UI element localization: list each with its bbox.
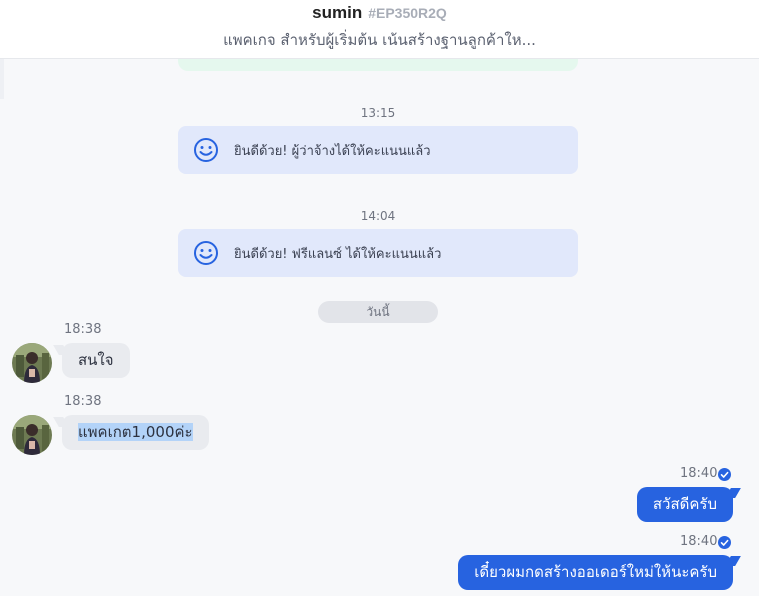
- incoming-message[interactable]: แพคเกต1,000ค่ะ: [62, 415, 209, 450]
- system-card-previous: [178, 59, 578, 71]
- system-message-text: ยินดีด้วย! ฟรีแลนซ์ ได้ให้คะแนนแล้ว: [234, 247, 442, 262]
- read-check-icon: [718, 468, 731, 481]
- avatar[interactable]: [12, 343, 52, 383]
- date-divider: วันนี้: [318, 301, 438, 323]
- incoming-message[interactable]: สนใจ: [62, 343, 130, 378]
- order-code: #EP350R2Q: [368, 5, 447, 21]
- chat-messages-area[interactable]: 13:15 ยินดีด้วย! ผู้ว่าจ้างได้ให้คะแนนแล…: [0, 59, 759, 596]
- read-check-icon: [718, 536, 731, 549]
- header-title-row: sumin #EP350R2Q: [0, 3, 759, 23]
- chat-header: sumin #EP350R2Q แพคเกจ สำหรับผู้เริ่มต้น …: [0, 0, 759, 59]
- system-message-time: 13:15: [360, 106, 396, 120]
- system-message-time: 14:04: [360, 209, 396, 223]
- message-time: 18:38: [64, 322, 102, 337]
- message-time: 18:38: [64, 394, 102, 409]
- system-message-card: ยินดีด้วย! ผู้ว่าจ้างได้ให้คะแนนแล้ว: [178, 126, 578, 174]
- system-message-card: ยินดีด้วย! ฟรีแลนซ์ ได้ให้คะแนนแล้ว: [178, 229, 578, 277]
- selected-text[interactable]: แพคเกต1,000ค่ะ: [78, 423, 193, 441]
- outgoing-message[interactable]: สวัสดีครับ: [636, 487, 733, 522]
- avatar[interactable]: [12, 415, 52, 455]
- outgoing-message[interactable]: เดี๋ยวผมกดสร้างออเดอร์ใหม่ให้นะครับ: [458, 555, 733, 590]
- message-time: 18:40: [680, 466, 718, 481]
- chat-username[interactable]: sumin: [312, 3, 362, 22]
- message-time: 18:40: [680, 534, 718, 549]
- smiley-icon: [194, 138, 218, 162]
- package-subtitle[interactable]: แพคเกจ สำหรับผู้เริ่มต้น เน้นสร้างฐานลูก…: [0, 28, 759, 52]
- smiley-icon: [194, 241, 218, 265]
- system-message-text: ยินดีด้วย! ผู้ว่าจ้างได้ให้คะแนนแล้ว: [234, 144, 431, 159]
- scroll-edge: [0, 59, 4, 99]
